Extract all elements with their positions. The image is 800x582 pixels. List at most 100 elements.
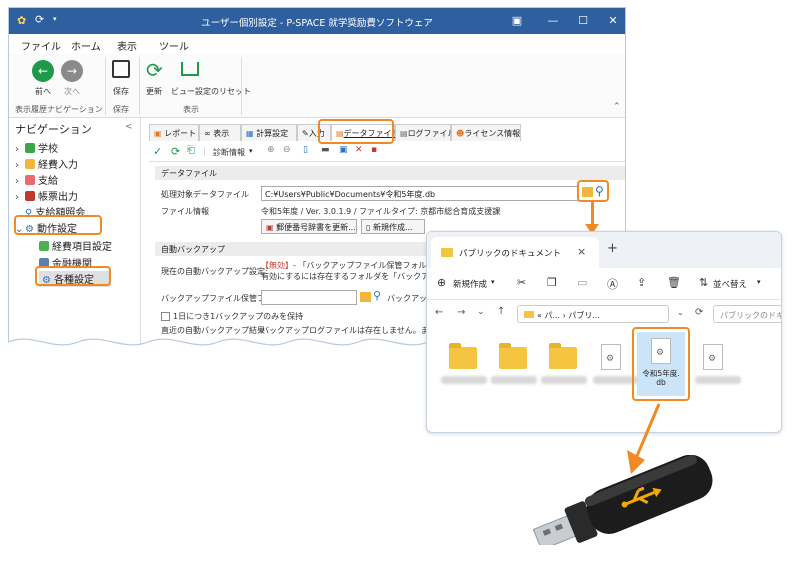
diagnose-button[interactable]: 診断情報 [213, 147, 245, 158]
gear-icon: ⚙ [606, 354, 615, 364]
once-daily-label: 1日につき1バックアップのみを保持 [173, 312, 304, 321]
print-icon[interactable]: ▬ [321, 145, 330, 155]
tab-calc-settings[interactable]: ▦ 計算設定 [241, 124, 297, 141]
copy-icon[interactable]: ❐ [547, 276, 557, 289]
forward-arrow-icon[interactable]: → [61, 60, 83, 82]
new-button[interactable]: 新規作成 [453, 278, 487, 290]
blurred-filename [541, 376, 587, 384]
toolbar-separator: | [203, 147, 207, 157]
menu-file[interactable]: ファイル [21, 38, 61, 53]
reset-view-label: ビュー設定のリセット [171, 87, 251, 96]
document-icon[interactable]: ▯ [303, 145, 308, 155]
paste-icon[interactable]: ▭ [577, 276, 587, 289]
save-disk-icon[interactable] [112, 60, 130, 78]
once-daily-checkbox[interactable] [161, 312, 170, 321]
nav-item-payment[interactable]: › 支給 [15, 172, 58, 188]
new-file-button[interactable]: ▯ 新規作成... [361, 219, 425, 234]
export-icon[interactable]: ▣ [339, 145, 348, 155]
refresh-icon[interactable]: ⟳ [171, 145, 180, 158]
menu-tools[interactable]: ツール [159, 38, 189, 53]
chevron-down-icon[interactable]: ⌄ [677, 308, 684, 317]
backup-invalid-badge: 【無効】 [261, 261, 293, 270]
sort-icon[interactable]: ⇅ [699, 276, 708, 289]
nav-item-expense-input[interactable]: › 経費入力 [15, 156, 78, 172]
nav-item-school[interactable]: › 学校 [15, 140, 58, 156]
maximize-icon[interactable]: ☐ [575, 13, 591, 29]
chevron-down-icon[interactable]: ▾ [249, 147, 253, 155]
cut-icon[interactable]: ✂ [517, 276, 526, 289]
highlight-selected-file [632, 327, 690, 401]
tab-report[interactable]: ▣ レポート [149, 124, 199, 141]
rename-icon[interactable]: Ⓐ [607, 276, 618, 292]
folder-icon[interactable] [360, 292, 371, 302]
back-arrow-icon[interactable]: ← [32, 60, 54, 82]
folder-icon[interactable] [449, 343, 477, 369]
menu-view[interactable]: 表示 [117, 38, 137, 53]
share-icon[interactable]: ⇪ [637, 276, 646, 289]
data-file-section-header: データファイル [155, 166, 625, 180]
navigation-pane: ナビゲーション < › 学校 › 経費入力 › 支給 › 帳票出力 ⚲ 支給額照会 ⌄ ⚙ 動… [9, 118, 141, 351]
chevron-down-icon[interactable]: ▾ [757, 278, 761, 286]
folder-icon[interactable] [499, 343, 527, 369]
refresh-icon[interactable]: ⟳ [695, 307, 703, 318]
tab-display[interactable]: ∞ 表示 [199, 124, 241, 141]
list-icon [39, 241, 49, 251]
forward-label: 次へ [64, 87, 80, 96]
new-plus-icon[interactable]: ⊕ [437, 276, 446, 289]
pdf-icon[interactable]: ▪ [371, 145, 377, 155]
up-circle-icon[interactable]: ⊕ [267, 145, 275, 155]
explorer-address-row: ← → ⌄ ↑ « パ... › パブリ... ⌄ ⟳ パブリックのドキュメント… [427, 300, 781, 328]
close-icon[interactable]: ✕ [605, 13, 621, 29]
chevron-down-icon[interactable]: ▾ [491, 278, 495, 286]
up-icon[interactable]: ↑ [497, 306, 505, 317]
highlight-data-file-tab [318, 119, 394, 144]
tab-log-file[interactable]: ▤ログファイル [395, 124, 456, 141]
tab-license-info[interactable]: ☻ライセンス情報 [451, 124, 521, 141]
minimize-icon[interactable]: — [545, 13, 561, 29]
chevron-right-icon: › [15, 192, 19, 203]
update-postal-dict-button[interactable]: ▣ 郵便番号辞書を更新... [261, 219, 357, 234]
highlight-various-settings [35, 266, 111, 286]
folder-icon [524, 311, 534, 318]
sort-button[interactable]: 並べ替え [713, 278, 747, 290]
usb-drive-icon [532, 455, 713, 545]
refresh-green-icon[interactable]: ⟳ [146, 58, 163, 82]
calendar-icon [25, 175, 35, 185]
db-file-icon[interactable]: ⚙ [703, 344, 723, 370]
data-toolbar: ✓ ⟳ ⎗ | 診断情報 ▾ ⊕ ⊖ ▯ ▬ ▣ ✕ ▪ [149, 142, 625, 162]
folder-icon [25, 159, 35, 169]
highlight-operation-settings [14, 215, 102, 235]
address-bar[interactable]: « パ... › パブリ... [517, 305, 669, 323]
new-tab-icon[interactable]: + [607, 241, 618, 256]
ribbon: ← 前へ → 次へ 保存 ⟳ 更新 ビュー設定のリセット 表示履歴ナビゲーション… [9, 54, 625, 118]
search-icon[interactable]: ⚲ [373, 289, 381, 302]
nav-item-expense-items[interactable]: 経費項目設定 [39, 238, 112, 254]
dropdown-icon[interactable]: ⌄ [477, 307, 485, 317]
report-icon [25, 191, 35, 201]
file-explorer-window: パブリックのドキュメント × + ⊕ 新規作成 ▾ ✂ ❐ ▭ Ⓐ ⇪ 🗑 ⇅ … [426, 231, 782, 433]
close-tab-icon[interactable]: × [577, 245, 586, 258]
folder-icon[interactable] [549, 343, 577, 369]
target-file-path-field[interactable]: C:¥Users¥Public¥Documents¥令和5年度.db [261, 186, 579, 201]
log-file-icon: ▤ [400, 129, 408, 138]
blurred-filename [695, 376, 741, 384]
blurred-filename [491, 376, 537, 384]
delete-icon[interactable]: ✕ [355, 145, 363, 155]
explorer-tab[interactable]: パブリックのドキュメント × [431, 237, 599, 268]
down-circle-icon[interactable]: ⊖ [283, 145, 291, 155]
nav-item-reports[interactable]: › 帳票出力 [15, 188, 78, 204]
arrow-line [591, 200, 594, 226]
delete-icon[interactable]: 🗑 [667, 276, 681, 289]
back-icon[interactable]: ← [435, 307, 443, 318]
glasses-icon: ∞ [204, 129, 211, 138]
reset-view-icon[interactable] [181, 62, 199, 76]
nav-collapse-icon[interactable]: < [125, 122, 133, 132]
layout-icon[interactable]: ▣ [509, 13, 525, 29]
db-file-icon[interactable]: ⚙ [601, 344, 621, 370]
forward-icon[interactable]: → [457, 307, 465, 318]
ribbon-collapse-icon[interactable]: ⌃ [613, 102, 621, 112]
backup-folder-field[interactable] [261, 290, 357, 305]
explorer-search-box[interactable]: パブリックのドキュメントの検索 [713, 305, 781, 323]
check-icon[interactable]: ✓ [153, 145, 162, 158]
reset-icon[interactable]: ⎗ [187, 145, 195, 156]
